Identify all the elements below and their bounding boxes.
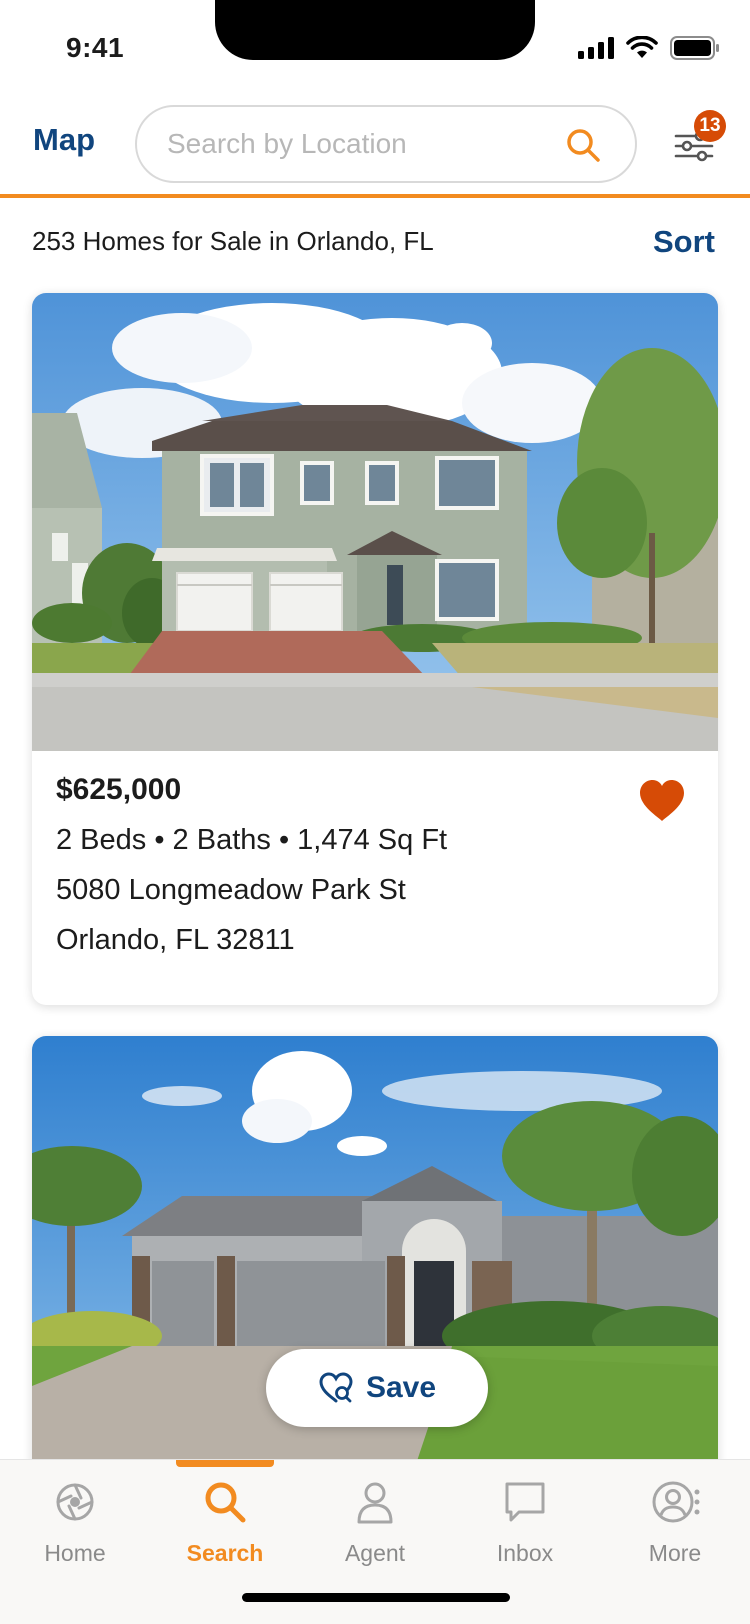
agent-icon <box>357 1482 393 1524</box>
results-bar: 253 Homes for Sale in Orlando, FL Sort <box>0 202 750 282</box>
listing-info: $625,000 2 Beds • 2 Baths • 1,474 Sq Ft … <box>56 773 447 957</box>
search-box[interactable] <box>135 105 637 183</box>
tab-label: Home <box>44 1540 106 1566</box>
more-icon <box>652 1481 700 1523</box>
tab-label: Search <box>186 1540 264 1566</box>
battery-icon <box>670 36 719 60</box>
search-icon <box>205 1482 246 1523</box>
filter-count-badge: 13 <box>694 110 726 142</box>
listing-specs: 2 Beds • 2 Baths • 1,474 Sq Ft <box>56 824 448 856</box>
save-search-heart-icon <box>319 1372 353 1403</box>
status-time: 9:41 <box>66 32 125 63</box>
listing-city: Orlando, FL 32811 <box>56 924 295 956</box>
sort-button[interactable]: Sort <box>653 224 715 260</box>
save-search-button[interactable]: Save <box>266 1349 488 1427</box>
listing-card[interactable]: $625,000 2 Beds • 2 Baths • 1,474 Sq Ft … <box>32 293 718 1005</box>
home-icon <box>56 1483 94 1521</box>
status-icons <box>578 36 720 60</box>
search-header: Map 13 <box>0 96 750 198</box>
tab-label: More <box>648 1540 702 1566</box>
active-tab-indicator <box>176 1460 274 1467</box>
tab-inbox[interactable]: Inbox <box>450 1478 600 1567</box>
device-notch <box>215 0 535 60</box>
listing-price: $625,000 <box>56 773 182 806</box>
map-button[interactable]: Map <box>33 122 95 158</box>
tab-more[interactable]: More <box>600 1478 750 1567</box>
wifi-icon <box>626 36 658 58</box>
cellular-signal-icon <box>578 37 614 59</box>
results-count: 253 Homes for Sale in Orlando, FL <box>32 226 434 256</box>
tab-agent[interactable]: Agent <box>300 1478 450 1567</box>
tab-search[interactable]: Search <box>150 1478 300 1567</box>
search-input[interactable] <box>167 107 547 181</box>
tab-home[interactable]: Home <box>0 1478 150 1567</box>
status-bar: 9:41 <box>0 0 750 96</box>
inbox-icon <box>505 1482 545 1522</box>
save-label: Save <box>365 1371 437 1404</box>
search-icon[interactable] <box>565 127 601 163</box>
house-photo-1 <box>32 293 718 751</box>
home-indicator <box>242 1593 510 1602</box>
listing-street: 5080 Longmeadow Park St <box>56 874 406 906</box>
tab-label: Agent <box>344 1540 406 1566</box>
favorite-heart-icon[interactable] <box>638 779 686 823</box>
listing-photo[interactable] <box>32 293 718 751</box>
tab-label: Inbox <box>496 1540 554 1566</box>
